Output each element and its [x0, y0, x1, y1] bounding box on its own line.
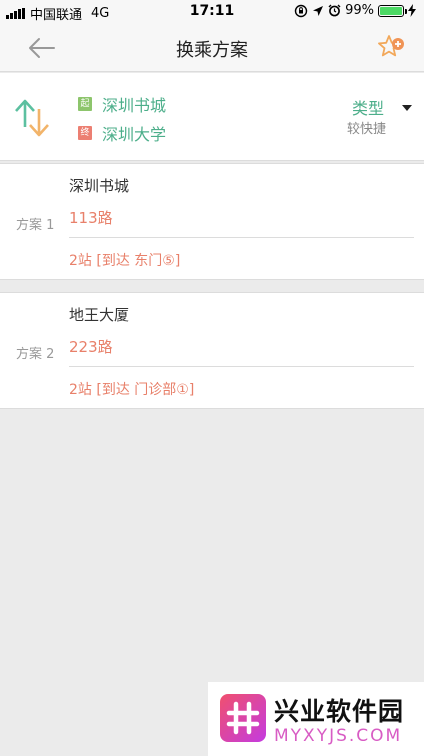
end-stop-row: 终 深圳大学	[78, 121, 166, 145]
plan-label: 方案 1	[16, 218, 55, 233]
type-value: 较快捷	[346, 122, 386, 137]
route-summary: 起 深圳书城 终 深圳大学 类型 较快捷	[0, 73, 424, 161]
battery-icon	[378, 4, 407, 17]
plan-detail: 2站 [到达 东门⑤]	[69, 253, 181, 269]
rotation-lock-icon	[294, 4, 308, 17]
plan-bus-line: 113路	[69, 209, 113, 227]
swap-arrows-icon	[15, 99, 49, 137]
plan-card[interactable]: 方案 1 深圳书城 113路 2站 [到达 东门⑤]	[0, 163, 424, 280]
status-right: 99%	[294, 3, 416, 18]
plan-label: 方案 2	[16, 347, 55, 362]
swap-route-button[interactable]	[11, 93, 55, 143]
plan-detail: 2站 [到达 门诊部①]	[69, 382, 195, 398]
page-title: 换乘方案	[176, 40, 248, 61]
star-add-icon	[378, 35, 404, 57]
location-arrow-icon	[313, 5, 324, 16]
watermark-url: MYXYJS.COM	[274, 726, 403, 746]
battery-percent: 99%	[345, 3, 374, 18]
start-stop-name: 深圳书城	[102, 96, 167, 115]
watermark-name: 兴业软件园	[274, 697, 405, 726]
alarm-icon	[328, 4, 341, 17]
caret-down-icon	[402, 105, 412, 111]
status-bar: 中国联通 4G 17:11 99%	[0, 0, 424, 24]
battery-fill	[380, 6, 402, 15]
divider	[69, 366, 414, 367]
nav-bar: 换乘方案	[0, 24, 424, 72]
plan-boarding-stop: 地王大厦	[69, 306, 130, 324]
watermark: 兴业软件园 MYXYJS.COM	[208, 682, 424, 756]
end-stop-name: 深圳大学	[102, 125, 167, 144]
start-tag: 起	[78, 97, 92, 111]
screen: 中国联通 4G 17:11 99% 换乘方案 起 深圳书城 终 深圳大学 类型 …	[0, 0, 424, 756]
add-favorite-button[interactable]	[376, 32, 408, 64]
end-tag: 终	[78, 126, 92, 140]
plan-bus-line: 223路	[69, 338, 113, 356]
divider	[69, 237, 414, 238]
plan-card[interactable]: 方案 2 地王大厦 223路 2站 [到达 门诊部①]	[0, 292, 424, 409]
plan-boarding-stop: 深圳书城	[69, 177, 130, 195]
start-stop-row: 起 深圳书城	[78, 92, 166, 116]
type-label: 类型	[351, 99, 384, 118]
charging-bolt-icon	[408, 4, 416, 17]
route-type-dropdown[interactable]: 类型 较快捷	[342, 93, 412, 139]
watermark-logo-icon	[220, 694, 266, 742]
